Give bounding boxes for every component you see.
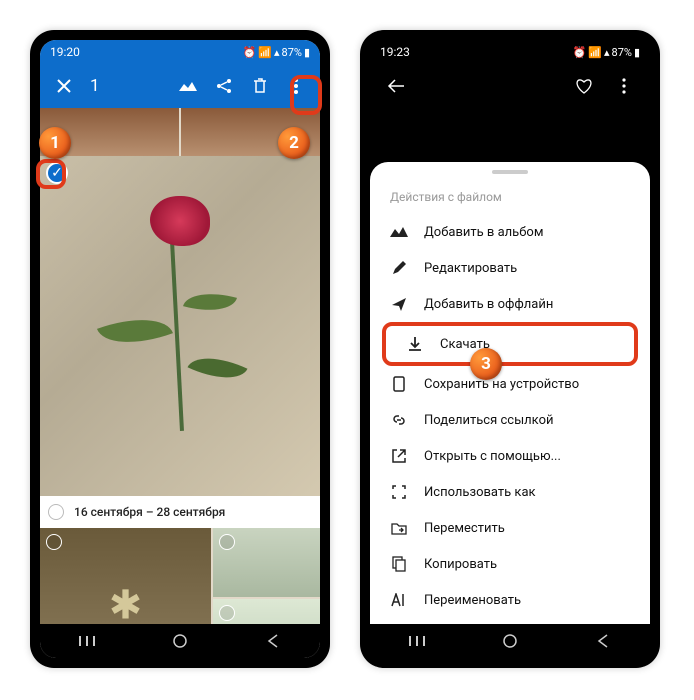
status-right: ⏰ 📶 ▴ 87% ▮	[243, 46, 310, 59]
thumbnail[interactable]	[213, 528, 320, 597]
menu-label: Сохранить на устройство	[424, 377, 579, 392]
menu-move[interactable]: Переместить	[370, 510, 650, 546]
external-icon	[390, 447, 408, 465]
back-arrow-button[interactable]	[380, 70, 412, 102]
folder-move-icon	[390, 519, 408, 537]
signal-icon: ▴	[274, 46, 280, 59]
delete-button[interactable]	[244, 70, 276, 102]
download-icon	[406, 335, 424, 353]
home-button[interactable]	[500, 631, 520, 651]
android-navbar	[370, 624, 650, 658]
wifi-icon: 📶	[588, 46, 602, 59]
menu-rename[interactable]: Переименовать	[370, 582, 650, 618]
signal-icon: ▴	[604, 46, 610, 59]
battery-icon: ▮	[304, 46, 310, 59]
selection-count: 1	[90, 76, 100, 96]
status-bar: 19:23 ⏰ 📶 ▴ 87% ▮	[370, 40, 650, 64]
drag-handle[interactable]	[492, 170, 528, 174]
date-range-label: 16 сентября – 28 сентября	[74, 505, 225, 519]
thumb-checkbox[interactable]	[46, 534, 62, 550]
more-button[interactable]	[280, 70, 312, 102]
photo-selected[interactable]: ✓	[40, 156, 320, 496]
callout-badge-3: 3	[470, 348, 502, 380]
airplane-icon	[390, 295, 408, 313]
menu-edit[interactable]: Редактировать	[370, 250, 650, 286]
menu-label: Копировать	[424, 557, 497, 572]
mountain-icon	[390, 223, 408, 241]
menu-save-device[interactable]: Сохранить на устройство	[370, 366, 650, 402]
image-icon[interactable]	[172, 70, 204, 102]
sheet-title: Действия с файлом	[370, 184, 650, 214]
wifi-icon: 📶	[258, 46, 272, 59]
status-bar: 19:20 ⏰ 📶 ▴ 87% ▮	[40, 40, 320, 64]
battery-text: 87%	[612, 46, 632, 59]
section-checkbox[interactable]	[48, 504, 64, 520]
screen-left: 19:20 ⏰ 📶 ▴ 87% ▮ 1	[40, 40, 320, 658]
pencil-icon	[390, 259, 408, 277]
menu-label: Переименовать	[424, 593, 521, 608]
menu-label: Поделиться ссылкой	[424, 413, 554, 428]
rename-icon	[390, 591, 408, 609]
callout-badge-2: 2	[278, 127, 310, 159]
close-button[interactable]	[48, 70, 80, 102]
date-section-header[interactable]: 16 сентября – 28 сентября	[40, 496, 320, 528]
thumb-checkbox[interactable]	[219, 605, 235, 621]
menu-label: Использовать как	[424, 485, 536, 500]
menu-label: Открыть с помощью...	[424, 449, 561, 464]
viewer-toolbar	[370, 64, 650, 108]
back-button[interactable]	[593, 631, 613, 651]
screen-right: 19:23 ⏰ 📶 ▴ 87% ▮ Действия с фа	[370, 40, 650, 658]
alarm-icon: ⏰	[243, 46, 257, 59]
menu-open-with[interactable]: Открыть с помощью...	[370, 438, 650, 474]
thumb-row-bottom: ✱	[40, 528, 320, 624]
thumbnail[interactable]: ✱	[40, 528, 211, 624]
copy-icon	[390, 555, 408, 573]
battery-text: 87%	[282, 46, 302, 59]
battery-icon: ▮	[634, 46, 640, 59]
home-button[interactable]	[170, 631, 190, 651]
menu-label: Редактировать	[424, 261, 517, 276]
menu-label: Добавить в альбом	[424, 225, 543, 240]
android-navbar	[40, 624, 320, 658]
menu-label: Добавить в оффлайн	[424, 297, 553, 312]
status-time: 19:23	[380, 45, 410, 59]
selection-check-icon[interactable]: ✓	[46, 162, 68, 184]
status-time: 19:20	[50, 45, 80, 59]
gallery-body: ✓ 16 сентября – 28 сентября ✱	[40, 108, 320, 624]
menu-copy[interactable]: Копировать	[370, 546, 650, 582]
menu-download[interactable]: Скачать	[382, 322, 638, 366]
favorite-button[interactable]	[568, 70, 600, 102]
selection-toolbar: 1	[40, 64, 320, 108]
more-button[interactable]	[608, 70, 640, 102]
alarm-icon: ⏰	[573, 46, 587, 59]
expand-icon	[390, 483, 408, 501]
menu-add-to-album[interactable]: Добавить в альбом	[370, 214, 650, 250]
action-sheet: Действия с файлом Добавить в альбом Реда…	[370, 162, 650, 624]
back-button[interactable]	[263, 631, 283, 651]
recent-apps-button[interactable]	[407, 631, 427, 651]
recent-apps-button[interactable]	[77, 631, 97, 651]
thumbnail[interactable]	[213, 599, 320, 624]
status-right: ⏰ 📶 ▴ 87% ▮	[573, 46, 640, 59]
thumb-row-top	[40, 108, 320, 156]
phone-left: 19:20 ⏰ 📶 ▴ 87% ▮ 1	[30, 30, 330, 668]
phone-icon	[390, 375, 408, 393]
phone-right: 19:23 ⏰ 📶 ▴ 87% ▮ Действия с фа	[360, 30, 660, 668]
menu-share-link[interactable]: Поделиться ссылкой	[370, 402, 650, 438]
menu-label: Переместить	[424, 521, 505, 536]
thumb-checkbox[interactable]	[219, 534, 235, 550]
menu-use-as[interactable]: Использовать как	[370, 474, 650, 510]
share-button[interactable]	[208, 70, 240, 102]
menu-add-offline[interactable]: Добавить в оффлайн	[370, 286, 650, 322]
link-icon	[390, 411, 408, 429]
spider-image: ✱	[109, 582, 143, 625]
callout-badge-1: 1	[39, 127, 71, 159]
